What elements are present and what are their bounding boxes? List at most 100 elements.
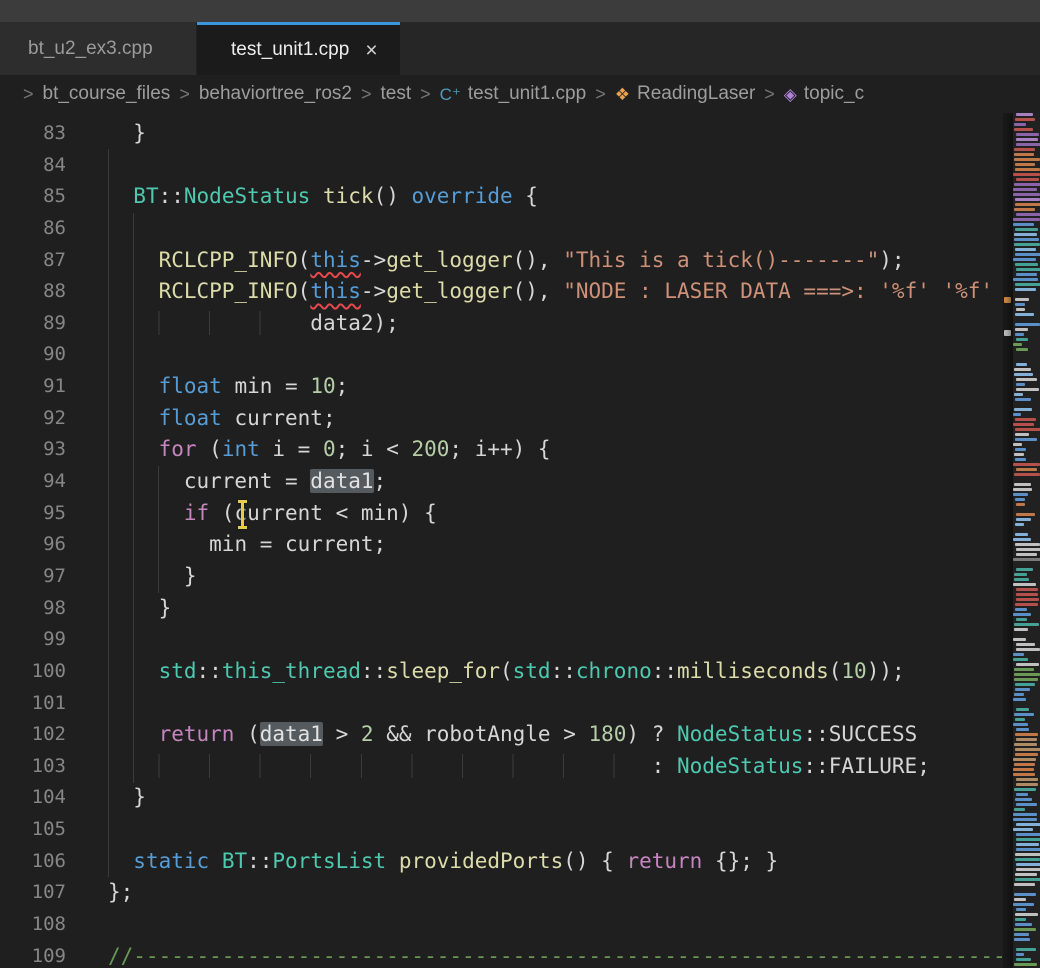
minimap-line <box>1014 573 1027 576</box>
minimap-line <box>1014 153 1034 156</box>
minimap-line <box>1013 423 1034 426</box>
code-editor[interactable]: 83 }8485 BT::NodeStatus tick() override … <box>0 113 1040 968</box>
breadcrumb-item-bt-course-files[interactable]: bt_course_files <box>43 83 171 105</box>
tab-test-unit1-cpp[interactable]: test_unit1.cpp× <box>197 22 400 75</box>
code-line[interactable]: 95 if (current < min) { <box>0 498 1003 530</box>
minimap-line <box>1015 853 1040 856</box>
minimap-line <box>1014 578 1029 581</box>
minimap-line <box>1015 163 1035 166</box>
breadcrumb-item-readinglaser[interactable]: ❖ReadingLaser <box>615 83 756 105</box>
minimap-line <box>1013 818 1037 821</box>
code-line[interactable]: 84 <box>0 150 1003 182</box>
minimap-line <box>1016 838 1040 841</box>
minimap-line <box>1016 518 1031 521</box>
minimap-line <box>1016 133 1039 136</box>
minimap-line <box>1015 118 1035 121</box>
code-line[interactable]: 86 <box>0 213 1003 245</box>
minimap-line <box>1015 418 1036 421</box>
breadcrumb-item-test-unit1-cpp[interactable]: C⁺test_unit1.cpp <box>440 83 587 105</box>
minimap-line <box>1016 468 1037 471</box>
code-line[interactable]: 90 <box>0 339 1003 371</box>
minimap-line <box>1014 763 1035 766</box>
breadcrumb-item-topic-c[interactable]: ◈topic_c <box>784 83 864 105</box>
code-line[interactable]: 97 } <box>0 561 1003 593</box>
code-line[interactable]: 96 min = current; <box>0 529 1003 561</box>
code-line[interactable]: 98 } <box>0 593 1003 625</box>
code-line[interactable]: 85 BT::NodeStatus tick() override { <box>0 181 1003 213</box>
code-line[interactable]: 108 <box>0 909 1003 941</box>
minimap-line <box>1016 213 1040 216</box>
minimap-line <box>1016 548 1040 551</box>
minimap-line <box>1014 208 1035 211</box>
code-line[interactable]: 102 return (data1 > 2 && robotAngle > 18… <box>0 719 1003 751</box>
minimap-line <box>1015 288 1036 291</box>
line-number: 97 <box>0 561 66 593</box>
line-number: 109 <box>0 941 66 968</box>
code-line[interactable]: 83 } <box>0 118 1003 150</box>
code-line[interactable]: 104 } <box>0 782 1003 814</box>
minimap-line <box>1016 178 1039 181</box>
code-line[interactable]: 103 : NodeStatus::FAILURE; <box>0 751 1003 783</box>
minimap-line <box>1016 383 1025 386</box>
line-number: 93 <box>0 434 66 466</box>
minimap-line <box>1013 538 1031 541</box>
minimap-line <box>1015 498 1025 501</box>
code-line[interactable]: 91 float min = 10; <box>0 371 1003 403</box>
code-text: for (int i = 0; i < 200; i++) { <box>66 434 551 466</box>
cpp-file-icon: C⁺ <box>440 86 461 103</box>
minimap-line <box>1016 908 1026 911</box>
code-line[interactable]: 100 std::this_thread::sleep_for(std::chr… <box>0 656 1003 688</box>
tab-close-icon[interactable]: × <box>365 40 377 61</box>
code-line[interactable]: 93 for (int i = 0; i < 200; i++) { <box>0 434 1003 466</box>
minimap-line <box>1014 678 1038 681</box>
minimap-line <box>1013 488 1032 491</box>
minimap-line <box>1015 398 1031 401</box>
minimap-line <box>1014 623 1039 626</box>
code-line[interactable]: 89 data2); <box>0 308 1003 340</box>
code-line[interactable]: 92 float current; <box>0 403 1003 435</box>
minimap-line <box>1015 718 1025 721</box>
minimap-line <box>1013 638 1026 641</box>
minimap-line <box>1013 613 1031 616</box>
code-area[interactable]: 83 }8485 BT::NodeStatus tick() override … <box>0 118 1003 968</box>
code-line[interactable]: 105 <box>0 814 1003 846</box>
minimap-line <box>1015 203 1040 206</box>
minimap-line <box>1015 433 1029 436</box>
code-text: BT::NodeStatus tick() override { <box>66 181 538 213</box>
code-line[interactable]: 106 static BT::PortsList providedPorts()… <box>0 846 1003 878</box>
minimap-line <box>1015 858 1040 861</box>
code-line[interactable]: 88 RCLCPP_INFO(this->get_logger(), "NODE… <box>0 276 1003 308</box>
minimap-line <box>1013 653 1024 656</box>
breadcrumb-label: ReadingLaser <box>637 83 755 105</box>
line-number: 105 <box>0 814 66 846</box>
minimap-line <box>1014 743 1037 746</box>
code-line[interactable]: 87 RCLCPP_INFO(this->get_logger(), "This… <box>0 245 1003 277</box>
line-number: 91 <box>0 371 66 403</box>
minimap-line <box>1016 648 1040 651</box>
tab-bt-u2-ex3-cpp[interactable]: bt_u2_ex3.cpp <box>0 22 197 75</box>
minimap-line <box>1014 808 1025 811</box>
code-text: current = data1; <box>66 466 386 498</box>
minimap-line <box>1013 813 1037 816</box>
line-number: 88 <box>0 276 66 308</box>
breadcrumb-item-behaviortree-ros2[interactable]: behaviortree_ros2 <box>199 83 352 105</box>
code-line[interactable]: 99 <box>0 624 1003 656</box>
minimap-line <box>1013 903 1034 906</box>
code-line[interactable]: 107}; <box>0 877 1003 909</box>
minimap-line <box>1013 493 1028 496</box>
minimap[interactable] <box>1013 113 1040 968</box>
code-line[interactable]: 101 <box>0 688 1003 720</box>
minimap-line <box>1014 243 1040 246</box>
minimap-line <box>1016 823 1040 826</box>
minimap-line <box>1016 738 1037 741</box>
minimap-line <box>1016 113 1033 116</box>
code-line[interactable]: 109//-----------------------------------… <box>0 941 1003 968</box>
minimap-line <box>1015 543 1040 546</box>
minimap-line <box>1016 618 1027 621</box>
overview-ruler[interactable] <box>1003 113 1013 968</box>
breadcrumb-item-test[interactable]: test <box>381 83 412 105</box>
line-number: 100 <box>0 656 66 688</box>
minimap-line <box>1016 793 1028 796</box>
minimap-line <box>1014 713 1034 716</box>
code-line[interactable]: 94 current = data1; <box>0 466 1003 498</box>
